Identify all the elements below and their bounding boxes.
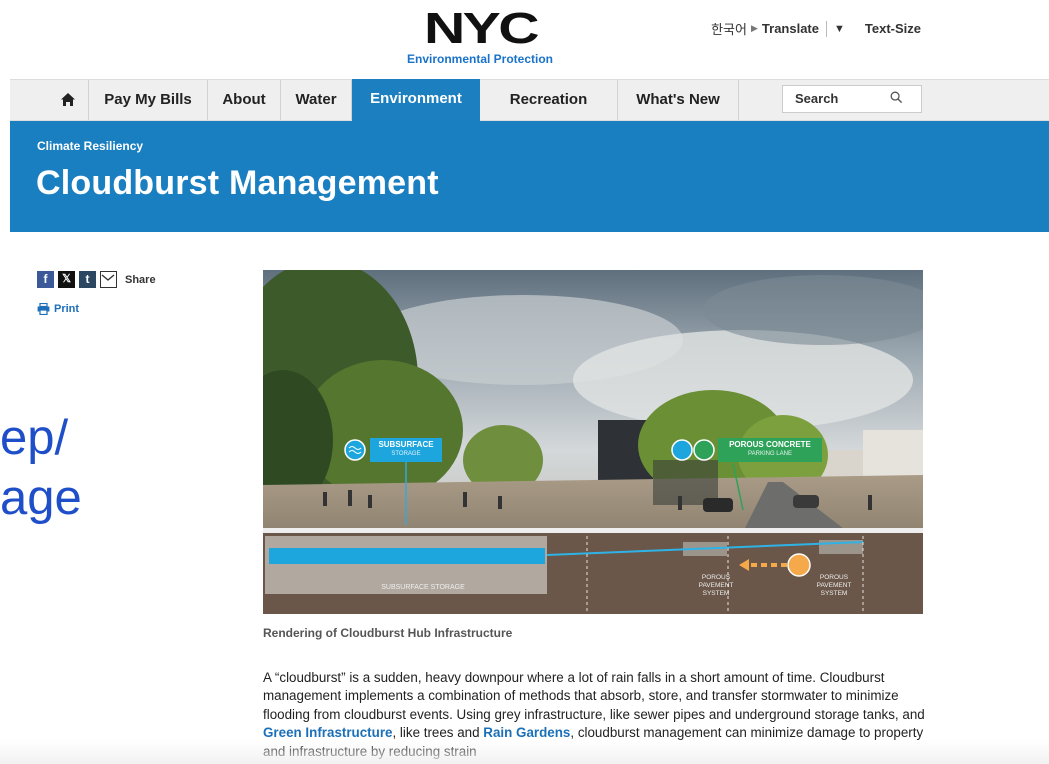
email-icon[interactable] [100, 271, 117, 288]
text-size-link[interactable]: Text-Size [865, 21, 921, 36]
overlay-text: ep/ age [0, 408, 82, 528]
print-label: Print [54, 303, 80, 315]
nav-recreation[interactable]: Recreation [480, 80, 618, 120]
label-subsurface-title: SUBSURFACE [378, 440, 434, 449]
facebook-icon[interactable]: f [37, 271, 54, 288]
paragraph-text: , like trees and [392, 725, 484, 741]
main-nav: Pay My Bills About Water Environment Rec… [10, 79, 1049, 122]
label-porous-pavement-1: POROUS PAVEMENT SYSTEM [698, 574, 734, 597]
label-porous-pavement-2: POROUS PAVEMENT SYSTEM [816, 574, 852, 597]
nyc-dep-logo[interactable]: NYC Environmental Protection [400, 4, 560, 67]
nav-water[interactable]: Water [281, 80, 352, 120]
translate-link[interactable]: Translate [762, 21, 819, 36]
printer-icon [37, 303, 50, 315]
nav-whats-new[interactable]: What's New [618, 80, 739, 120]
label-porous-concrete-sub: PARKING LANE [748, 451, 792, 457]
label-ground-subsurface: SUBSURFACE STORAGE [381, 584, 465, 591]
x-icon[interactable]: 𝕏 [58, 271, 75, 288]
nav-about[interactable]: About [208, 80, 281, 120]
print-link[interactable]: Print [37, 303, 79, 315]
scroll-fade [0, 740, 1049, 764]
green-infrastructure-link[interactable]: Green Infrastructure [263, 725, 392, 740]
logo-subtitle: Environmental Protection [406, 52, 554, 66]
nav-environment[interactable]: Environment [352, 79, 480, 122]
translate-dropdown-icon[interactable]: ▼ [834, 23, 845, 35]
cloudburst-hub-rendering: SUBSURFACE STORAGE POROUS CONCRETE PARKI… [263, 270, 923, 614]
share-bar: f 𝕏 t Share [37, 271, 156, 288]
label-subsurface-sub: STORAGE [391, 451, 421, 457]
label-porous-concrete-title: POROUS CONCRETE [729, 440, 811, 449]
nav-pay-my-bills[interactable]: Pay My Bills [89, 80, 208, 120]
utility-links: 한국어 ▶ Translate ▼ Text-Size [711, 19, 921, 38]
share-label[interactable]: Share [125, 274, 156, 286]
logo-mark: NYC [423, 4, 540, 53]
overlay-line-2: age [0, 471, 82, 525]
page-banner: Climate Resiliency Cloudburst Management [10, 121, 1049, 232]
home-icon[interactable] [47, 80, 89, 120]
page-title: Cloudburst Management [36, 164, 439, 202]
rain-gardens-link[interactable]: Rain Gardens [483, 725, 570, 740]
breadcrumb[interactable]: Climate Resiliency [37, 139, 143, 153]
language-link[interactable]: 한국어 [711, 19, 747, 38]
triangle-right-icon: ▶ [750, 23, 758, 33]
figure-caption: Rendering of Cloudburst Hub Infrastructu… [263, 626, 513, 640]
divider [826, 20, 827, 37]
paragraph-text: A “cloudburst” is a sudden, heavy downpo… [263, 670, 925, 722]
search-icon[interactable] [890, 91, 903, 104]
overlay-line-1: ep/ [0, 411, 69, 465]
site-header: NYC Environmental Protection 한국어 ▶ Trans… [0, 0, 1049, 72]
tumblr-icon[interactable]: t [79, 271, 96, 288]
